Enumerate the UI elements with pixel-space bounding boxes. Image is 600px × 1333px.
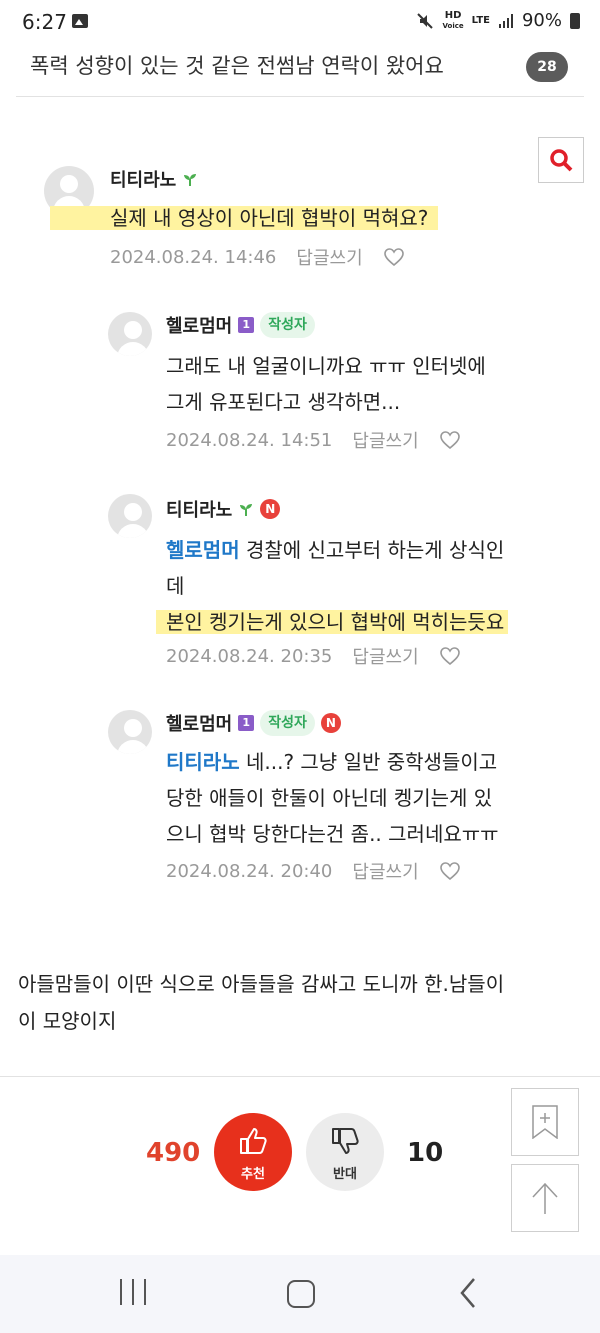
upvote-count: 490: [146, 1138, 201, 1168]
level-badge: 1: [238, 317, 255, 333]
heart-icon[interactable]: [439, 430, 461, 450]
comment-author: 티티라노 N: [166, 496, 281, 522]
reply-link[interactable]: 답글쓰기: [352, 643, 418, 669]
post-body-line: 아들맘들이 이딴 식으로 아들들을 감싸고 도니까 한.남들이: [18, 972, 505, 996]
comment-line: 으니 협박 당한다는건 좀.. 그러네요ㅠㅠ: [166, 822, 499, 846]
comment-meta: 2024.08.24. 20:35 답글쓰기: [166, 643, 461, 669]
comment-meta: 2024.08.24. 14:46 답글쓰기: [110, 244, 405, 270]
nickname[interactable]: 티티라노: [166, 496, 232, 522]
comment-text: 실제 내 영상이 아닌데 협박이 먹혀요?: [50, 200, 439, 236]
comment-line-rest: 경찰에 신고부터 하는게 상식인: [239, 538, 505, 562]
comment-date: 2024.08.24. 14:51: [166, 429, 333, 451]
comment-author: 헬로멈머 1 작성자 N: [166, 710, 341, 736]
mention-link[interactable]: 헬로멈머: [166, 538, 240, 562]
lte-indicator: LTE: [471, 14, 490, 26]
comment-line: 데: [166, 574, 185, 598]
nickname[interactable]: 티티라노: [110, 166, 176, 192]
new-badge: N: [260, 499, 281, 519]
hd-label: HD: [444, 9, 462, 21]
post-title[interactable]: 폭력 성향이 있는 것 같은 전썸남 연락이 왔어요: [30, 50, 444, 80]
downvote-count: 10: [407, 1138, 444, 1168]
highlighted-text: 실제 내 영상이 아닌데 협박이 먹혀요?: [50, 206, 439, 230]
recent-apps-button[interactable]: [120, 1279, 146, 1307]
comment-line: 당한 애들이 한둘이 아닌데 켕기는게 있: [166, 786, 493, 810]
post-body-line: 이 모양이지: [18, 1009, 117, 1033]
voice-label: Voice: [442, 21, 464, 30]
nickname[interactable]: 헬로멈머: [166, 312, 232, 338]
comment-date: 2024.08.24. 14:46: [110, 246, 277, 268]
upvote-button[interactable]: 추천: [214, 1113, 292, 1191]
comment-date: 2024.08.24. 20:35: [166, 645, 333, 667]
comment-meta: 2024.08.24. 20:40 답글쓰기: [166, 858, 461, 884]
divider: [0, 1076, 600, 1077]
battery-icon: [570, 12, 580, 29]
reply-link[interactable]: 답글쓰기: [296, 244, 362, 270]
search-button[interactable]: [538, 137, 584, 183]
reply-link[interactable]: 답글쓰기: [352, 858, 418, 884]
avatar: [108, 312, 152, 356]
highlighted-text: 본인 켕기는게 있으니 협박에 먹히는듯요: [156, 610, 509, 634]
gallery-notification-icon: [72, 14, 88, 28]
search-icon: [550, 149, 573, 172]
comment-text: 헬로멈머 경찰에 신고부터 하는게 상식인 데 본인 켕기는게 있으니 협박에 …: [156, 532, 576, 640]
heart-icon[interactable]: [439, 861, 461, 881]
nickname[interactable]: 헬로멈머: [166, 710, 232, 736]
author-badge: 작성자: [260, 710, 315, 736]
home-button[interactable]: [287, 1280, 315, 1308]
android-nav-bar: [0, 1255, 600, 1333]
comment-line: 그래도 내 얼굴이니까요 ㅠㅠ 인터넷에: [166, 354, 486, 378]
avatar: [108, 494, 152, 538]
scroll-top-button[interactable]: [511, 1164, 579, 1232]
downvote-button[interactable]: 반대: [306, 1113, 384, 1191]
bookmark-button[interactable]: [511, 1088, 579, 1156]
sprout-icon: [184, 174, 197, 186]
heart-icon[interactable]: [383, 247, 405, 267]
status-bar: 6:27 HD Voice LTE 90%: [0, 0, 600, 40]
scroll-top-icon: [532, 1182, 558, 1214]
comment-meta: 2024.08.24. 14:51 답글쓰기: [166, 427, 461, 453]
mention-link[interactable]: 티티라노: [166, 750, 240, 774]
sprout-icon: [240, 504, 253, 516]
comment-date: 2024.08.24. 20:40: [166, 860, 333, 882]
heart-icon[interactable]: [439, 646, 461, 666]
battery-percent: 90%: [521, 10, 562, 31]
comment-line: 본인 켕기는게 있으니 협박에 먹히는듯요: [156, 604, 576, 640]
hd-voice-indicator: HD Voice: [442, 9, 464, 31]
comment-line: 그게 유포된다고 생각하면...: [166, 390, 401, 414]
upvote-label: 추천: [241, 1167, 265, 1182]
thumbs-up-icon: [240, 1128, 267, 1154]
status-time: 6:27: [22, 10, 67, 34]
downvote-label: 반대: [333, 1167, 357, 1182]
thumbs-down-icon: [332, 1128, 359, 1154]
author-badge: 작성자: [260, 312, 315, 338]
bookmark-add-icon: [532, 1105, 558, 1139]
signal-icon: [498, 13, 513, 28]
comment-line: 헬로멈머 경찰에 신고부터 하는게 상식인: [166, 532, 576, 568]
comment-author: 티티라노: [110, 166, 198, 192]
comment-line-rest: 네...? 그냥 일반 중학생들이고: [239, 750, 498, 774]
mute-icon: [417, 12, 434, 29]
new-badge: N: [320, 713, 341, 733]
post-header: 폭력 성향이 있는 것 같은 전썸남 연락이 왔어요 28: [16, 40, 584, 97]
status-indicators: HD Voice LTE 90%: [416, 10, 580, 31]
comment-count-badge[interactable]: 28: [526, 52, 568, 82]
comment-line: 티티라노 네...? 그냥 일반 중학생들이고: [166, 744, 576, 780]
reply-link[interactable]: 답글쓰기: [352, 427, 418, 453]
post-body: 아들맘들이 이딴 식으로 아들들을 감싸고 도니까 한.남들이 이 모양이지: [18, 966, 588, 1040]
avatar: [108, 710, 152, 754]
comment-text: 티티라노 네...? 그냥 일반 중학생들이고 당한 애들이 한둘이 아닌데 켕…: [166, 744, 576, 852]
back-icon[interactable]: [458, 1277, 478, 1309]
comment-text: 그래도 내 얼굴이니까요 ㅠㅠ 인터넷에 그게 유포된다고 생각하면...: [166, 348, 486, 420]
comment-author: 헬로멈머 1 작성자: [166, 312, 315, 338]
level-badge: 1: [238, 715, 255, 731]
